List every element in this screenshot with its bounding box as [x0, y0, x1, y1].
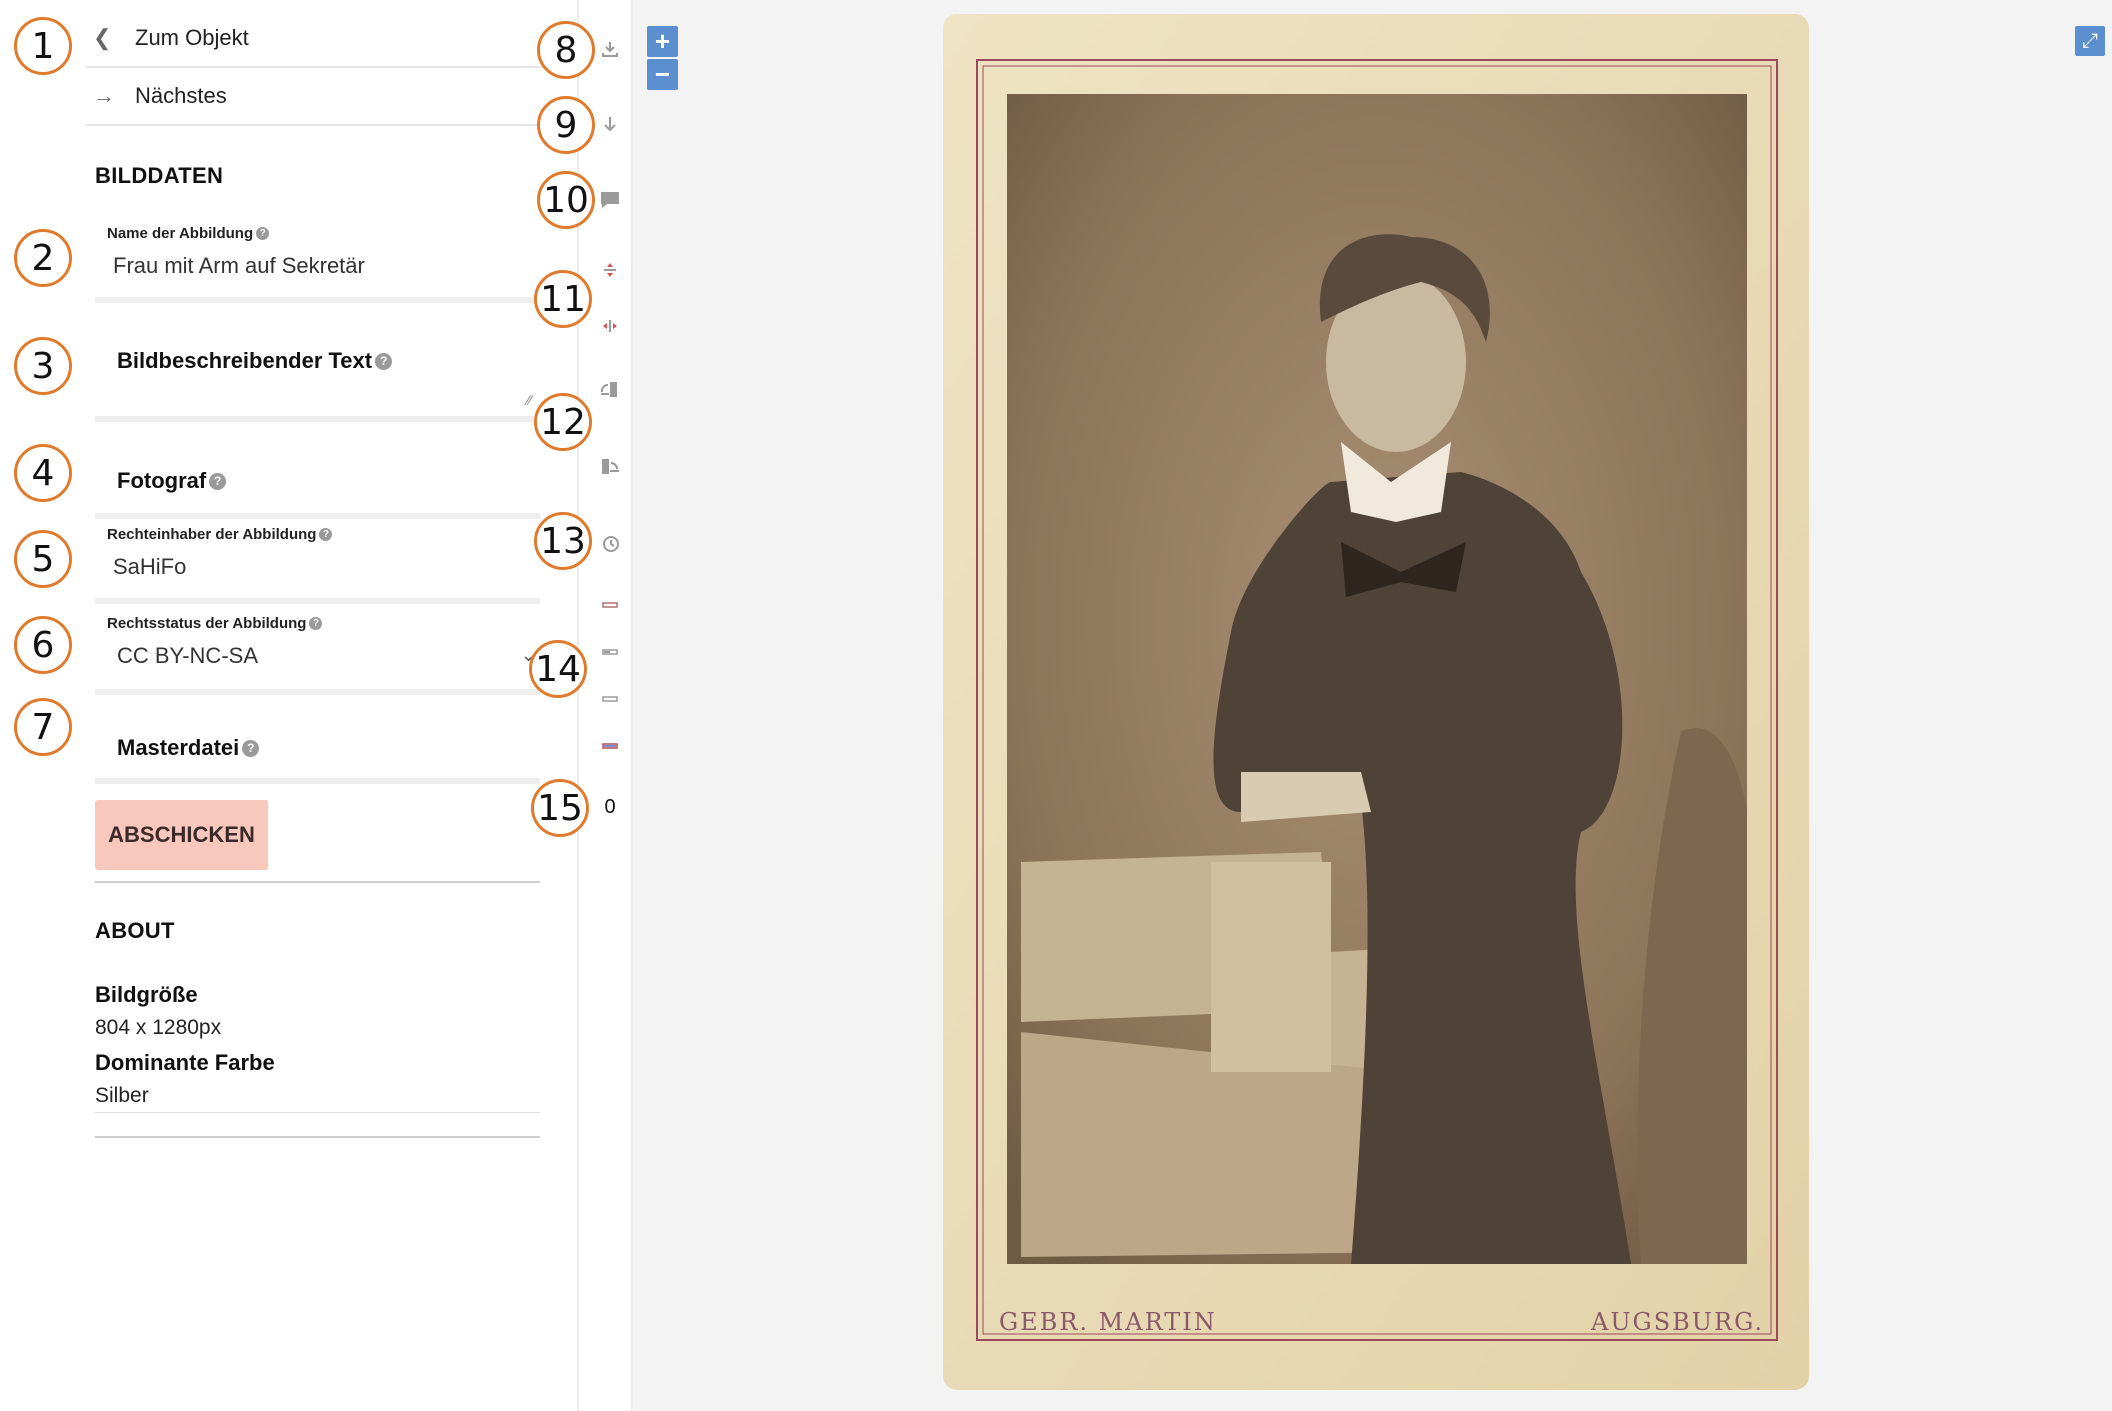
callout-5: 5: [14, 530, 72, 588]
photographer-label-text: Fotograf: [117, 468, 207, 493]
image-name-field[interactable]: Name der Abbildung ? Frau mit Arm auf Se…: [95, 215, 540, 303]
dominant-color-value: Silber: [95, 1084, 149, 1107]
help-icon[interactable]: ?: [242, 739, 260, 757]
rights-holder-label-text: Rechteinhaber der Abbildung: [107, 526, 317, 543]
rights-holder-value[interactable]: SaHiFo: [113, 554, 186, 580]
master-file-label-text: Masterdatei: [117, 735, 240, 760]
callout-7: 7: [14, 698, 72, 756]
dominant-color-label: Dominante Farbe: [95, 1050, 275, 1075]
callout-8: 8: [537, 21, 595, 79]
callout-14: 14: [529, 640, 587, 698]
callout-3: 3: [14, 337, 72, 395]
back-to-object-label: Zum Objekt: [135, 25, 249, 50]
image-description-label: Bildbeschreibender Text ?: [117, 348, 393, 374]
filter-icon[interactable]: [596, 591, 624, 619]
chevron-left-icon: ❮: [93, 25, 112, 50]
image-name-label: Name der Abbildung ?: [107, 225, 270, 242]
callout-9: 9: [537, 96, 595, 154]
filter-icon[interactable]: [596, 638, 624, 666]
resize-handle-icon[interactable]: ∕∕: [527, 392, 532, 408]
arrow-down-icon[interactable]: [596, 110, 624, 138]
image-size-label: Bildgröße: [95, 982, 198, 1007]
help-icon[interactable]: ?: [209, 472, 227, 490]
counter-value: 0: [604, 795, 616, 818]
flip-vertical-icon[interactable]: [596, 256, 624, 284]
rights-holder-field[interactable]: Rechteinhaber der Abbildung ? SaHiFo: [95, 516, 540, 604]
image-viewer[interactable]: GEBR. MARTIN AUGSBURG.: [633, 0, 2112, 1411]
divider: [95, 881, 540, 883]
filter-icon[interactable]: [596, 732, 624, 760]
callout-11: 11: [534, 270, 592, 328]
divider: [95, 1136, 540, 1138]
image-size-value: 804 x 1280px: [95, 1016, 222, 1039]
callout-13: 13: [534, 512, 592, 570]
rotate-left-icon[interactable]: [596, 375, 624, 403]
help-icon[interactable]: ?: [256, 227, 270, 240]
image-description-label-text: Bildbeschreibender Text: [117, 348, 373, 373]
next-image-link[interactable]: → Nächstes: [85, 68, 550, 126]
flip-horizontal-icon[interactable]: [596, 312, 624, 340]
photographer-label: Fotograf ?: [117, 468, 227, 494]
help-icon[interactable]: ?: [375, 352, 393, 370]
rights-status-value[interactable]: CC BY-NC-SA: [117, 643, 258, 669]
download-icon[interactable]: [596, 35, 624, 63]
fullscreen-button[interactable]: ⤢: [2075, 26, 2105, 56]
rights-status-select[interactable]: Rechtsstatus der Abbildung ? CC BY-NC-SA…: [95, 605, 540, 695]
image-name-label-text: Name der Abbildung: [107, 225, 254, 242]
arrow-right-icon: →: [93, 83, 115, 108]
photo-caption-right: AUGSBURG.: [1590, 1308, 1764, 1336]
callout-6: 6: [14, 616, 72, 674]
callout-10: 10: [537, 171, 595, 229]
zoom-out-button[interactable]: −: [647, 59, 678, 90]
image-description-field[interactable]: Bildbeschreibender Text ? ∕∕: [95, 330, 540, 422]
callout-1: 1: [14, 17, 72, 75]
callout-15: 15: [531, 779, 589, 837]
divider: [95, 1112, 540, 1113]
image-data-panel: ❮ Zum Objekt → Nächstes BILDDATEN Name d…: [0, 0, 579, 1411]
history-icon[interactable]: [596, 530, 624, 558]
help-icon[interactable]: ?: [309, 617, 323, 630]
submit-button[interactable]: ABSCHICKEN: [95, 800, 268, 870]
rights-holder-label: Rechteinhaber der Abbildung ?: [107, 526, 333, 543]
callout-2: 2: [14, 229, 72, 287]
comment-icon[interactable]: [596, 186, 624, 214]
master-file-field[interactable]: Masterdatei ?: [95, 715, 540, 784]
master-file-label: Masterdatei ?: [117, 735, 260, 761]
bilddaten-heading: BILDDATEN: [95, 163, 224, 188]
back-to-object-link[interactable]: ❮ Zum Objekt: [85, 10, 550, 68]
rights-status-label-text: Rechtsstatus der Abbildung: [107, 615, 307, 632]
photographer-field[interactable]: Fotograf ?: [95, 450, 540, 519]
callout-4: 4: [14, 444, 72, 502]
photo-card: GEBR. MARTIN AUGSBURG.: [943, 14, 1809, 1390]
filter-icon[interactable]: [596, 685, 624, 713]
callout-12: 12: [534, 393, 592, 451]
next-image-label: Nächstes: [135, 83, 227, 108]
rights-status-label: Rechtsstatus der Abbildung ?: [107, 615, 323, 632]
rotate-right-icon[interactable]: [596, 452, 624, 480]
about-heading: ABOUT: [95, 918, 175, 943]
help-icon[interactable]: ?: [319, 528, 333, 541]
zoom-in-button[interactable]: +: [647, 26, 678, 57]
image-name-value[interactable]: Frau mit Arm auf Sekretär: [113, 253, 365, 279]
photo-caption-left: GEBR. MARTIN: [999, 1308, 1217, 1336]
